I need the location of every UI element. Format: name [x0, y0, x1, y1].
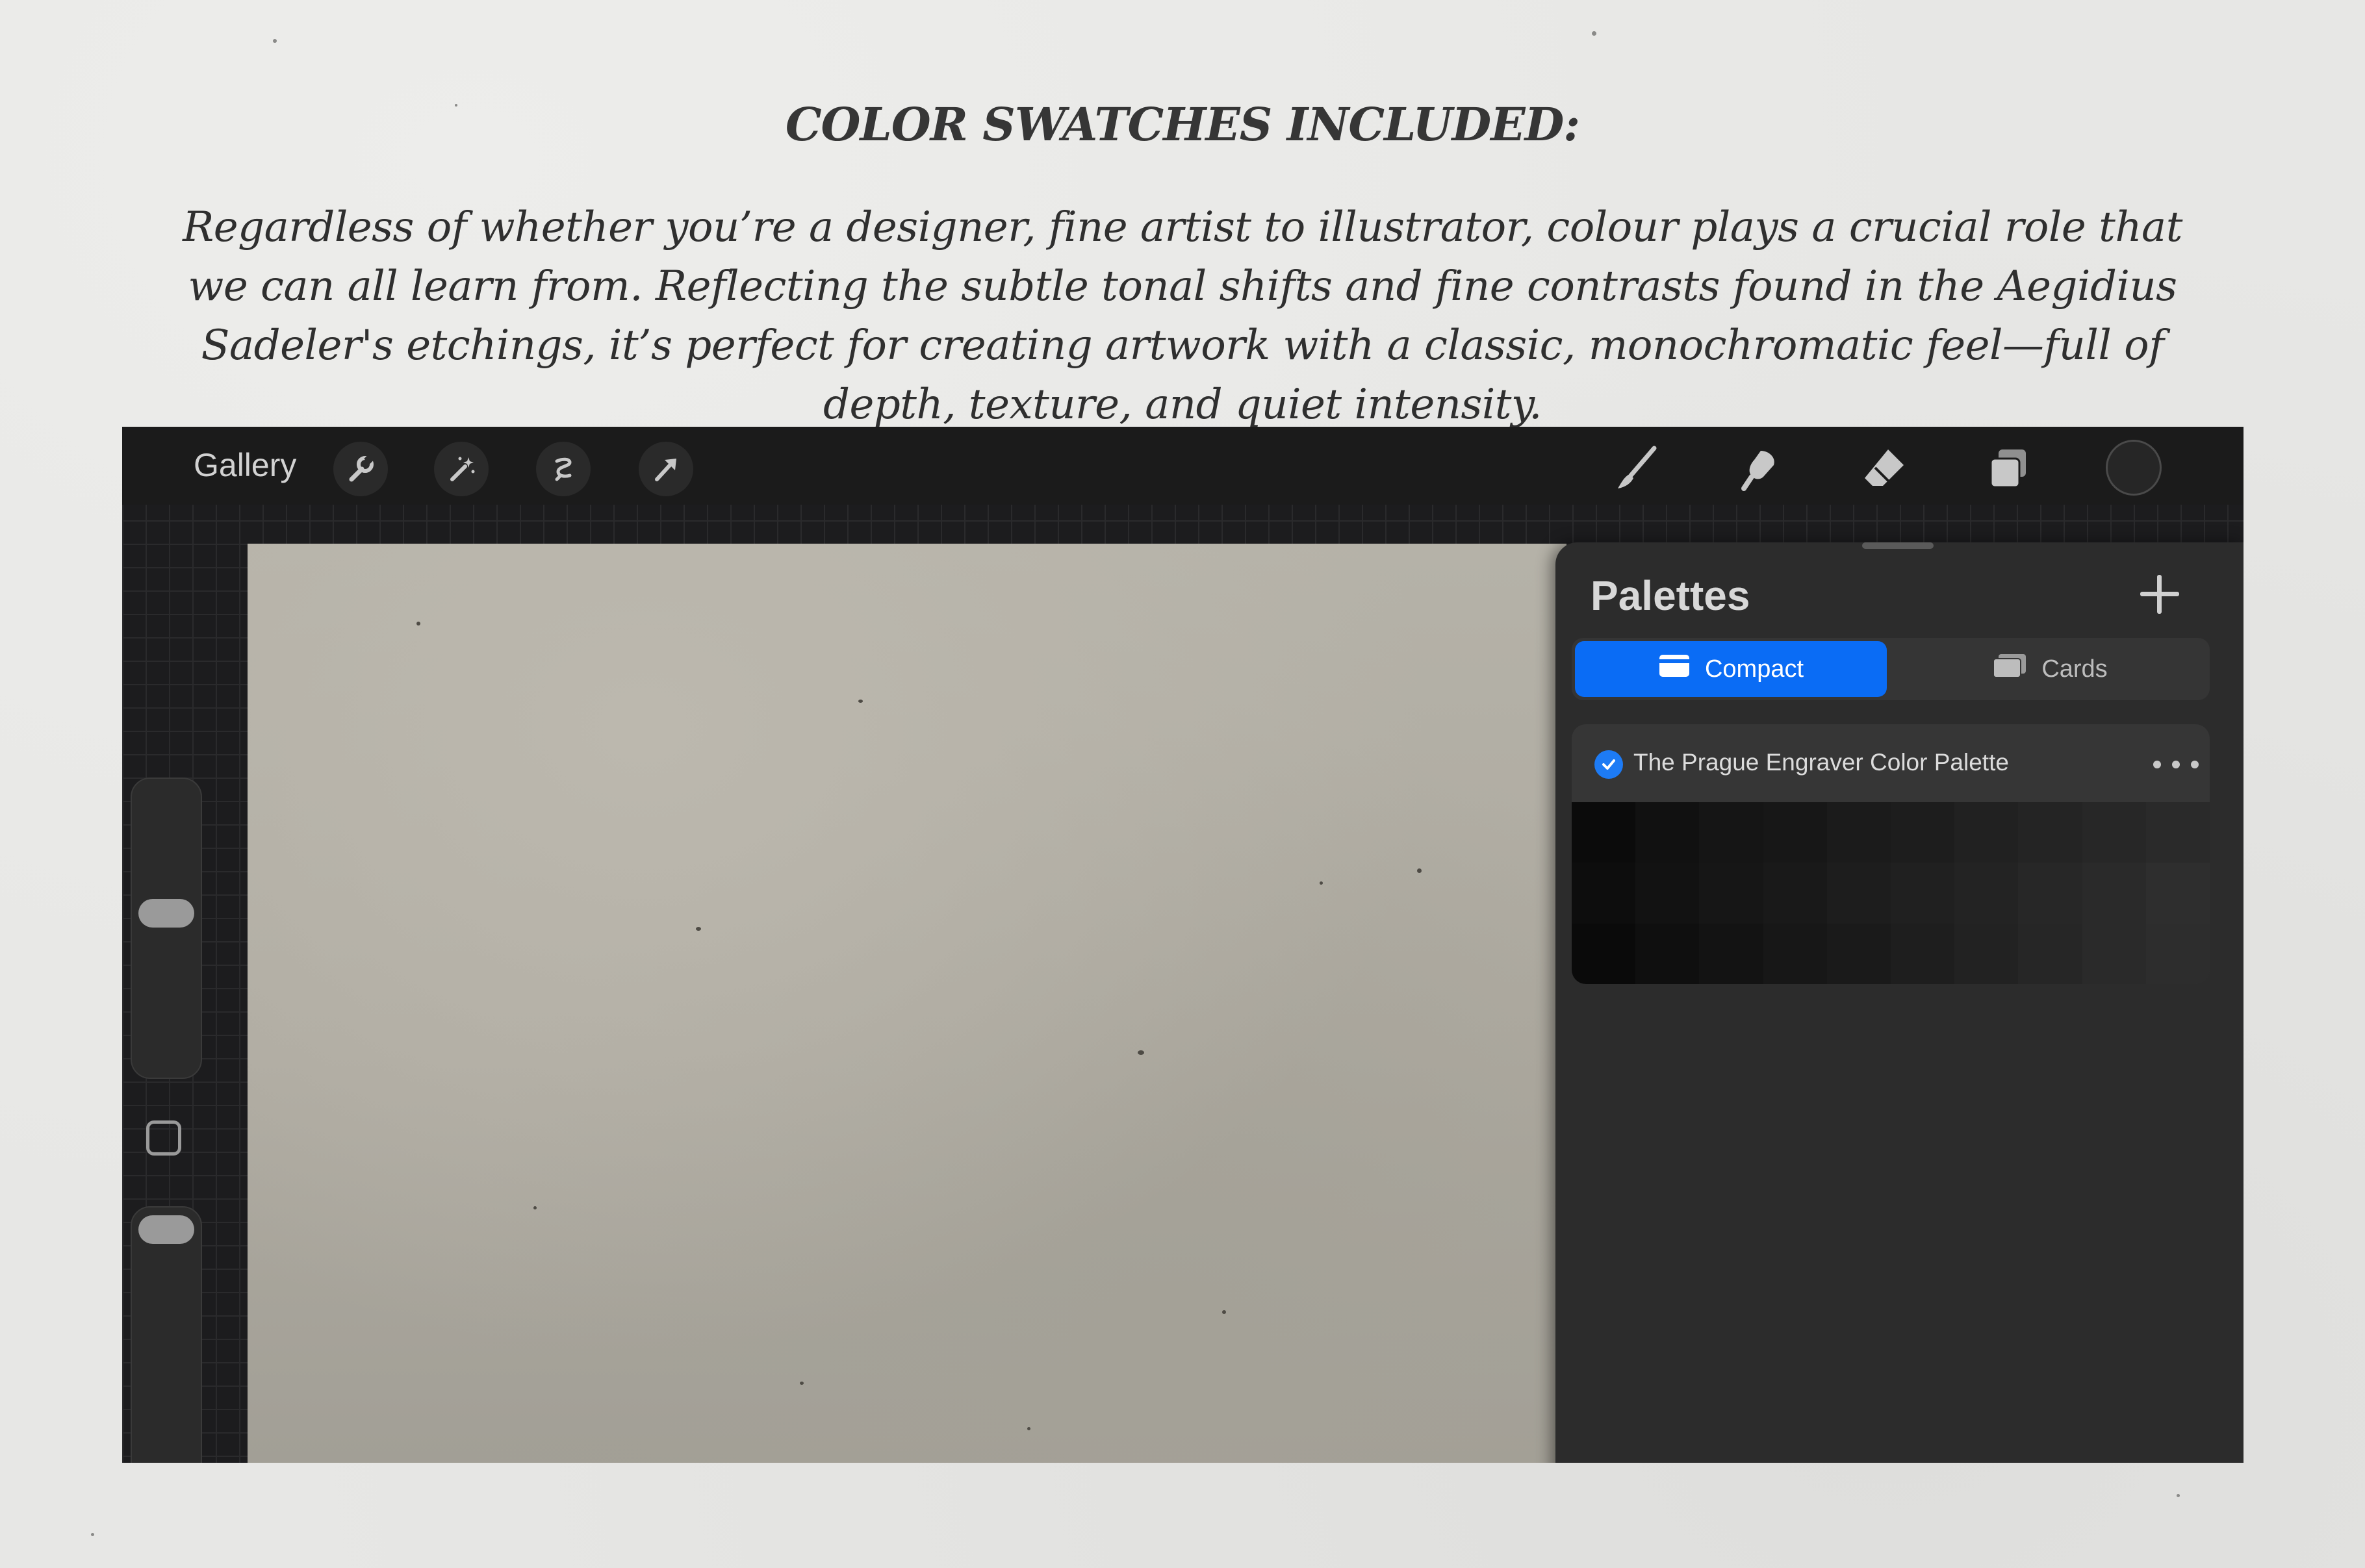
- paper-fiber-speck: [1417, 868, 1422, 873]
- smudge-tool[interactable]: [1732, 440, 1790, 498]
- adjustments-button[interactable]: [434, 442, 489, 496]
- paper-fiber-speck: [696, 927, 701, 931]
- paper-fiber-speck: [1222, 1310, 1226, 1314]
- tab-compact[interactable]: Compact: [1575, 641, 1887, 697]
- swatch-grid: [1572, 802, 2210, 984]
- color-swatch[interactable]: [1826, 802, 1891, 863]
- color-swatch[interactable]: [1572, 863, 1636, 924]
- color-swatch[interactable]: [2082, 923, 2146, 984]
- color-swatch[interactable]: [1699, 863, 1763, 924]
- brush-tool[interactable]: [1608, 440, 1667, 498]
- eraser-icon: [1865, 449, 1904, 486]
- gallery-button[interactable]: Gallery: [194, 446, 296, 484]
- opacity-thumb[interactable]: [138, 1215, 194, 1244]
- color-swatch[interactable]: [2018, 802, 2082, 863]
- more-options-icon[interactable]: [2153, 757, 2199, 772]
- color-swatch[interactable]: [1763, 923, 1827, 984]
- color-swatch[interactable]: [1954, 802, 2019, 863]
- paper-fiber-speck: [1320, 881, 1323, 885]
- color-swatch[interactable]: [1763, 802, 1827, 863]
- brush-size-slider[interactable]: [131, 778, 202, 1079]
- selection-icon: [555, 457, 572, 481]
- cards-icon: [1992, 653, 2027, 685]
- paper-speck: [273, 39, 277, 43]
- brush-icon: [1618, 446, 1657, 488]
- color-swatch[interactable]: [2018, 863, 2082, 924]
- color-swatch[interactable]: [2145, 863, 2210, 924]
- paper-fiber-speck: [416, 622, 420, 626]
- view-mode-control: Compact Cards: [1572, 638, 2210, 700]
- actions-button[interactable]: [333, 442, 388, 496]
- default-check-icon[interactable]: [1594, 750, 1623, 779]
- color-swatch[interactable]: [1699, 802, 1763, 863]
- description-text: Regardless of whether you’re a designer,…: [183, 203, 2182, 429]
- wrench-icon: [349, 454, 374, 482]
- compact-icon: [1658, 653, 1691, 685]
- drawing-canvas[interactable]: [248, 544, 1566, 1463]
- paper-fiber-speck: [1138, 1050, 1144, 1055]
- smudge-icon: [1741, 451, 1774, 491]
- tab-cards-label: Cards: [2041, 655, 2108, 683]
- color-swatch[interactable]: [1954, 863, 2019, 924]
- color-swatch[interactable]: [1635, 802, 1700, 863]
- layers-tool[interactable]: [1978, 440, 2037, 498]
- transform-button[interactable]: [639, 442, 693, 496]
- page-title: COLOR SWATCHES INCLUDED:: [785, 97, 1580, 151]
- paper-fiber-speck: [858, 700, 863, 703]
- color-swatch[interactable]: [1763, 863, 1827, 924]
- eraser-tool[interactable]: [1855, 440, 1913, 498]
- layers-icon: [1989, 449, 2026, 488]
- color-swatch[interactable]: [2018, 923, 2082, 984]
- color-swatch[interactable]: [1699, 923, 1763, 984]
- palette-card[interactable]: The Prague Engraver Color Palette: [1572, 724, 2210, 984]
- color-swatch[interactable]: [2082, 802, 2146, 863]
- selection-button[interactable]: [536, 442, 591, 496]
- panel-grabber[interactable]: [1862, 542, 1934, 549]
- color-swatch[interactable]: [1826, 923, 1891, 984]
- add-palette-button[interactable]: [2134, 568, 2186, 620]
- color-swatch[interactable]: [1890, 802, 1955, 863]
- tab-compact-label: Compact: [1704, 655, 1804, 683]
- color-swatch[interactable]: [1890, 923, 1955, 984]
- color-swatch[interactable]: [1635, 923, 1700, 984]
- color-swatch[interactable]: [1890, 863, 1955, 924]
- modify-button[interactable]: [146, 1120, 181, 1156]
- color-swatch[interactable]: [2145, 802, 2210, 863]
- color-swatch[interactable]: [1826, 863, 1891, 924]
- color-swatch[interactable]: [1572, 802, 1636, 863]
- color-swatch[interactable]: [2145, 923, 2210, 984]
- panel-title: Palettes: [1591, 572, 1750, 619]
- paper-fiber-speck: [800, 1382, 804, 1385]
- paper-speck: [1592, 31, 1596, 36]
- brush-size-thumb[interactable]: [138, 899, 194, 928]
- paper-speck: [2177, 1494, 2180, 1497]
- magic-wand-icon: [450, 457, 475, 481]
- paper-fiber-speck: [1027, 1427, 1030, 1430]
- paper-speck: [91, 1533, 94, 1536]
- opacity-slider[interactable]: [131, 1206, 202, 1463]
- color-swatch[interactable]: [1572, 923, 1636, 984]
- transform-arrow-icon: [655, 459, 676, 481]
- color-swatch[interactable]: [1635, 863, 1700, 924]
- tab-cards[interactable]: Cards: [1894, 641, 2206, 697]
- palette-name: The Prague Engraver Color Palette: [1633, 749, 2009, 776]
- top-toolbar: Gallery: [122, 427, 2244, 505]
- current-color-swatch[interactable]: [2106, 440, 2162, 496]
- paper-fiber-speck: [533, 1206, 537, 1209]
- color-swatch[interactable]: [2082, 863, 2146, 924]
- color-swatch[interactable]: [1954, 923, 2019, 984]
- palettes-panel: Palettes Compact Cards The Prague Engrav…: [1555, 542, 2244, 1463]
- procreate-window: Gallery Palettes Compact Cards The Pragu…: [122, 427, 2244, 1463]
